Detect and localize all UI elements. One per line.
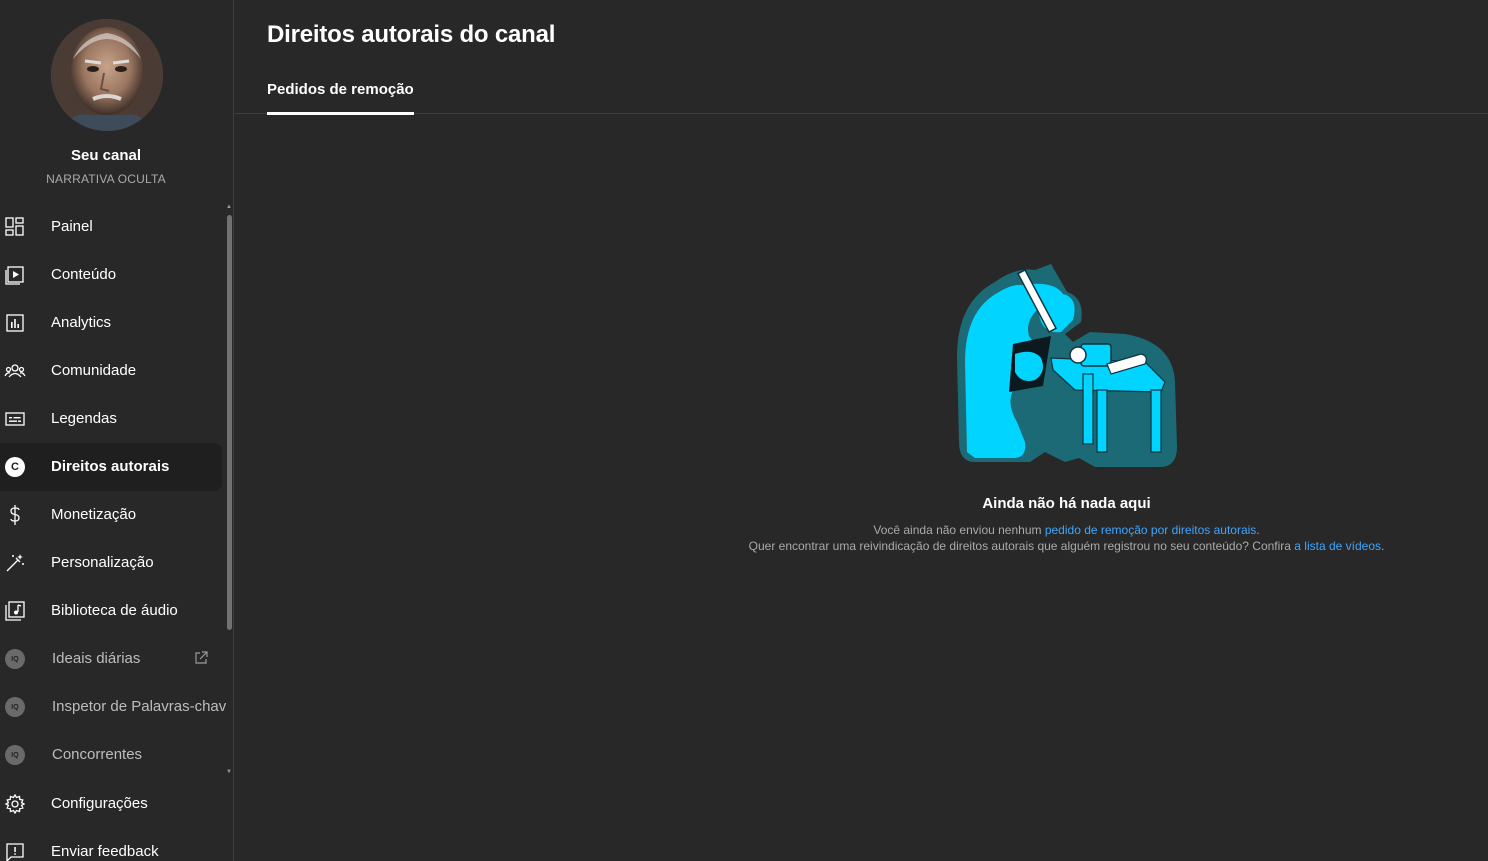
vidiq-badge: IQ — [5, 649, 25, 669]
community-icon — [4, 361, 26, 381]
main-content: Direitos autorais do canal Pedidos de re… — [235, 0, 1488, 861]
removal-request-link[interactable]: pedido de remoção por direitos autorais — [1045, 523, 1256, 537]
sidebar: Seu canal NARRATIVA OCULTA Painel Conteú… — [0, 0, 234, 861]
dollar-icon — [4, 505, 26, 525]
sidebar-item-legendas[interactable]: Legendas — [0, 395, 222, 443]
avatar-portrait-icon — [51, 19, 163, 131]
page-title: Direitos autorais do canal — [267, 21, 556, 48]
message-text: . — [1256, 523, 1260, 537]
sidebar-scrollbar-thumb[interactable] — [227, 215, 232, 630]
external-link-icon[interactable] — [194, 651, 209, 666]
sidebar-item-label: Personalização — [51, 554, 154, 571]
sidebar-item-painel[interactable]: Painel — [0, 203, 222, 251]
audio-library-icon — [4, 601, 26, 621]
sidebar-item-biblioteca-de-audio[interactable]: Biblioteca de áudio — [0, 587, 222, 635]
empty-state-message-line-1: Você ainda não enviou nenhum pedido de r… — [705, 523, 1428, 537]
tab-bar: Pedidos de remoção — [235, 70, 1488, 115]
sidebar-item-comunidade[interactable]: Comunidade — [0, 347, 222, 395]
sidebar-item-label: Enviar feedback — [51, 843, 159, 860]
sidebar-item-label: Inspetor de Palavras-chav — [52, 698, 227, 715]
dashboard-icon — [4, 217, 26, 237]
sidebar-item-inspetor-de-palavras-chave[interactable]: IQ Inspetor de Palavras-chav — [0, 683, 226, 731]
sidebar-item-analytics[interactable]: Analytics — [0, 299, 222, 347]
vidiq-icon: IQ — [4, 649, 26, 669]
sidebar-item-direitos-autorais[interactable]: C Direitos autorais — [0, 443, 222, 491]
sidebar-item-label: Conteúdo — [51, 266, 117, 283]
magic-wand-icon — [4, 553, 26, 573]
message-text: . — [1381, 539, 1385, 553]
empty-state-title: Ainda não há nada aqui — [982, 495, 1151, 512]
feedback-icon — [4, 842, 26, 861]
sidebar-item-label: Monetização — [51, 506, 137, 523]
content-icon — [4, 265, 26, 285]
copyright-badge: C — [5, 457, 25, 477]
vidiq-icon: IQ — [4, 745, 26, 765]
message-text: Você ainda não enviou nenhum — [873, 523, 1045, 537]
sidebar-item-label: Comunidade — [51, 362, 137, 379]
tab-pedidos-de-remocao[interactable]: Pedidos de remoção — [267, 70, 414, 115]
sidebar-item-label: Concorrentes — [52, 746, 143, 763]
sidebar-item-label: Legendas — [51, 410, 117, 427]
sidebar-item-ideais-diarias[interactable]: IQ Ideais diárias — [0, 635, 222, 683]
channel-name: NARRATIVA OCULTA — [46, 172, 166, 186]
sidebar-item-label: Direitos autorais — [51, 458, 170, 475]
channel-title: Seu canal — [70, 147, 142, 164]
sidebar-item-label: Analytics — [51, 314, 112, 331]
sidebar-bottom-nav: Configurações Enviar feedback — [0, 780, 222, 861]
vidiq-badge: IQ — [5, 745, 25, 765]
sidebar-item-label: Configurações — [51, 795, 148, 812]
vidiq-badge: IQ — [5, 697, 25, 717]
empty-state-illustration-icon — [957, 264, 1177, 467]
sidebar-item-personalizacao[interactable]: Personalização — [0, 539, 222, 587]
empty-state-message-line-2: Quer encontrar uma reivindicação de dire… — [705, 539, 1428, 553]
sidebar-item-enviar-feedback[interactable]: Enviar feedback — [0, 828, 222, 861]
sidebar-item-conteudo[interactable]: Conteúdo — [0, 251, 222, 299]
sidebar-nav: Painel Conteúdo Analytics Comunidade Leg… — [0, 203, 226, 779]
subtitles-icon — [4, 409, 26, 429]
message-text: Quer encontrar uma reivindicação de dire… — [748, 539, 1295, 553]
sidebar-item-concorrentes[interactable]: IQ Concorrentes — [0, 731, 222, 779]
copyright-icon: C — [4, 457, 26, 477]
sidebar-item-label: Ideais diárias — [52, 650, 141, 667]
sidebar-item-monetizacao[interactable]: Monetização — [0, 491, 222, 539]
sidebar-item-label: Biblioteca de áudio — [51, 602, 178, 619]
sidebar-item-label: Painel — [51, 218, 93, 235]
video-list-link[interactable]: a lista de vídeos — [1294, 539, 1381, 553]
analytics-icon — [4, 313, 26, 333]
gear-icon — [4, 794, 26, 814]
tab-active-indicator — [267, 112, 414, 115]
scroll-down-arrow-icon[interactable]: ▼ — [226, 768, 232, 776]
avatar[interactable] — [51, 19, 163, 131]
vidiq-icon: IQ — [4, 697, 26, 717]
scroll-up-arrow-icon[interactable]: ▲ — [226, 203, 232, 211]
tab-label: Pedidos de remoção — [267, 81, 414, 98]
sidebar-item-configuracoes[interactable]: Configurações — [0, 780, 222, 828]
